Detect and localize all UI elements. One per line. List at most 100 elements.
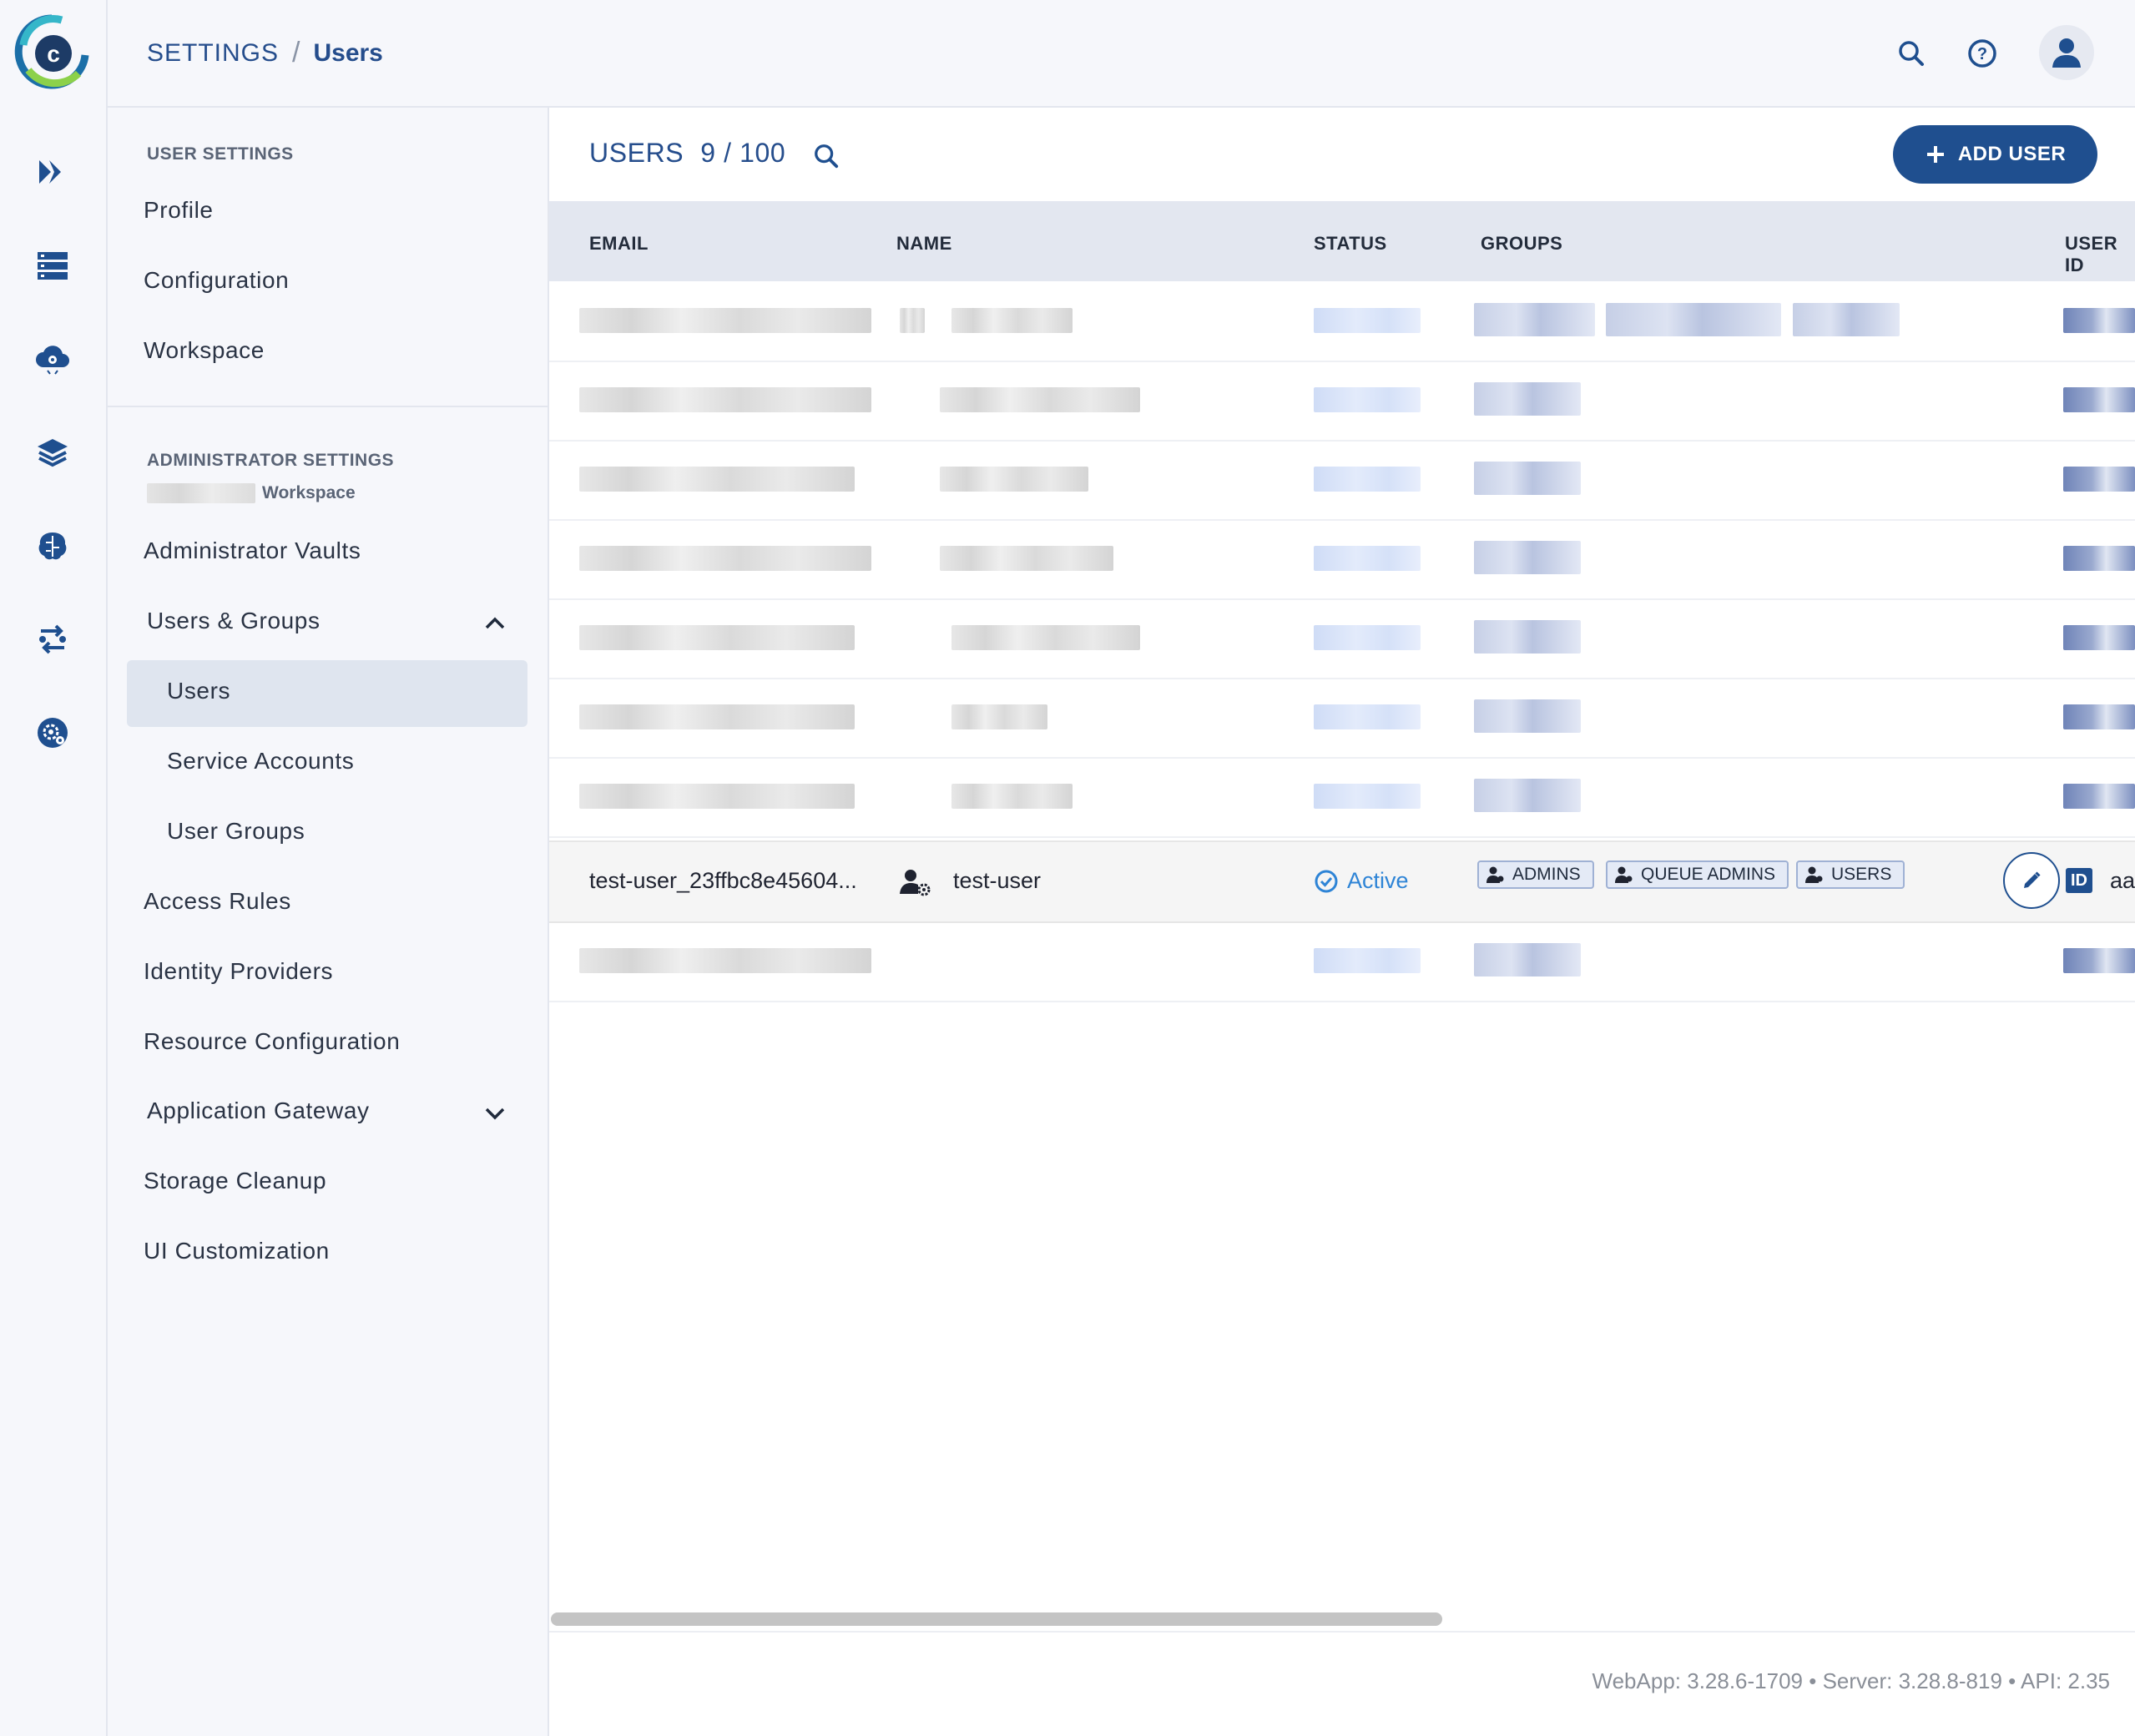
column-user-id[interactable]: USER ID xyxy=(2065,233,2135,276)
pipelines-icon[interactable] xyxy=(25,144,80,199)
user-admin-icon xyxy=(898,867,931,901)
add-user-label: ADD USER xyxy=(1957,143,2067,165)
redacted-group xyxy=(1474,303,1595,336)
footer-divider xyxy=(549,1631,2135,1633)
datasets-icon[interactable] xyxy=(25,238,80,293)
redacted-name xyxy=(951,784,1073,809)
avatar[interactable] xyxy=(2039,25,2094,80)
sidebar-item-configuration[interactable]: Configuration xyxy=(144,267,289,294)
check-circle-icon xyxy=(1315,870,1338,892)
settings-gear-icon[interactable] xyxy=(25,705,80,760)
sidebar-item-access-rules[interactable]: Access Rules xyxy=(144,888,291,915)
table-row[interactable] xyxy=(549,757,2135,838)
column-groups[interactable]: GROUPS xyxy=(1481,233,1562,255)
sidebar-item-user-groups[interactable]: User Groups xyxy=(167,818,305,845)
group-chip-admins: ADMINS xyxy=(1477,860,1594,889)
redacted-status xyxy=(1314,948,1421,973)
redacted-group xyxy=(1474,462,1581,495)
sidebar-item-ui-customization[interactable]: UI Customization xyxy=(144,1238,330,1264)
breadcrumb: SETTINGS / Users xyxy=(147,37,383,69)
table-search-icon[interactable] xyxy=(808,138,845,174)
sidebar-item-profile[interactable]: Profile xyxy=(144,197,214,224)
pencil-icon xyxy=(2024,871,2041,888)
redacted-status xyxy=(1314,546,1421,571)
column-status[interactable]: STATUS xyxy=(1314,233,1387,255)
help-icon[interactable]: ? xyxy=(1962,33,2002,73)
user-id-value[interactable]: aa xyxy=(2110,868,2135,894)
breadcrumb-separator: / xyxy=(292,37,300,68)
table-row[interactable] xyxy=(549,598,2135,679)
chevron-up-icon[interactable] xyxy=(480,608,510,638)
table-row[interactable] xyxy=(549,519,2135,600)
redacted-status xyxy=(1314,387,1421,412)
chevron-down-icon[interactable] xyxy=(480,1098,510,1128)
redacted-status xyxy=(1314,308,1421,333)
redacted-email xyxy=(579,467,855,492)
layers-icon[interactable] xyxy=(25,425,80,480)
redacted-email xyxy=(579,625,855,650)
svg-text:?: ? xyxy=(1977,45,1987,63)
app-logo[interactable]: c xyxy=(12,12,92,92)
breadcrumb-current: Users xyxy=(313,38,383,67)
redacted-status xyxy=(1314,625,1421,650)
redacted-group xyxy=(1474,779,1581,812)
orchestration-icon[interactable] xyxy=(25,612,80,667)
users-count: 9 / 100 xyxy=(700,138,786,168)
redacted-status xyxy=(1314,704,1421,729)
redacted-user-id xyxy=(2063,467,2135,492)
admin-workspace-suffix: Workspace xyxy=(262,483,356,502)
redacted-email xyxy=(579,784,855,809)
brain-icon[interactable] xyxy=(25,518,80,573)
table-row[interactable] xyxy=(549,440,2135,521)
sidebar-item-users[interactable]: Users xyxy=(167,678,230,704)
redacted-user-id xyxy=(2063,387,2135,412)
add-user-button[interactable]: ADD USER xyxy=(1893,125,2097,184)
redacted-email xyxy=(579,704,855,729)
plus-icon xyxy=(1926,146,1944,163)
redacted-name xyxy=(940,546,1113,571)
svg-text:c: c xyxy=(47,41,60,67)
users-title-label: USERS xyxy=(589,138,684,168)
sidebar-item-storage-cleanup[interactable]: Storage Cleanup xyxy=(144,1168,326,1194)
redacted-workspace-name xyxy=(147,483,255,503)
redacted-icon xyxy=(900,308,925,333)
user-settings-title: USER SETTINGS xyxy=(147,144,294,164)
user-name: test-user xyxy=(953,868,1042,893)
column-email[interactable]: EMAIL xyxy=(589,233,649,255)
group-chip-users: USERS xyxy=(1796,860,1905,889)
sidebar-item-workspace[interactable]: Workspace xyxy=(144,337,265,364)
group-icon xyxy=(1805,866,1823,883)
admin-settings-title: ADMINISTRATOR SETTINGS xyxy=(147,451,395,470)
sidebar-item-application-gateway[interactable]: Application Gateway xyxy=(147,1098,370,1124)
horizontal-scrollbar[interactable] xyxy=(551,1612,1442,1626)
app-rail: c xyxy=(0,0,108,1736)
redacted-name xyxy=(951,625,1140,650)
redacted-group xyxy=(1474,382,1581,416)
cloud-gear-icon[interactable] xyxy=(25,331,80,386)
column-name[interactable]: NAME xyxy=(896,233,952,255)
redacted-user-id xyxy=(2063,948,2135,973)
redacted-email xyxy=(579,546,871,571)
redacted-group xyxy=(1606,303,1781,336)
top-bar: SETTINGS / Users ? xyxy=(108,0,2135,108)
table-row-test-user[interactable]: test-user_23ffbc8e45604... test-user Act… xyxy=(549,840,2135,923)
table-row[interactable] xyxy=(549,281,2135,362)
breadcrumb-settings[interactable]: SETTINGS xyxy=(147,39,279,68)
sidebar-item-resource-configuration[interactable]: Resource Configuration xyxy=(144,1028,400,1055)
id-badge: ID xyxy=(2066,868,2092,893)
table-row[interactable] xyxy=(549,361,2135,442)
table-row[interactable] xyxy=(549,678,2135,759)
sidebar-item-administrator-vaults[interactable]: Administrator Vaults xyxy=(144,537,361,564)
redacted-name xyxy=(940,387,1140,412)
sidebar-divider xyxy=(108,406,548,407)
table-row[interactable] xyxy=(549,921,2135,1002)
redacted-group xyxy=(1474,943,1581,976)
redacted-user-id xyxy=(2063,308,2135,333)
sidebar-item-identity-providers[interactable]: Identity Providers xyxy=(144,958,333,985)
sidebar-item-service-accounts[interactable]: Service Accounts xyxy=(167,748,354,775)
edit-button[interactable] xyxy=(2003,852,2060,909)
search-icon[interactable] xyxy=(1891,33,1931,73)
redacted-status xyxy=(1314,784,1421,809)
sidebar-item-users-groups[interactable]: Users & Groups xyxy=(147,608,321,634)
user-email: test-user_23ffbc8e45604... xyxy=(589,868,857,893)
